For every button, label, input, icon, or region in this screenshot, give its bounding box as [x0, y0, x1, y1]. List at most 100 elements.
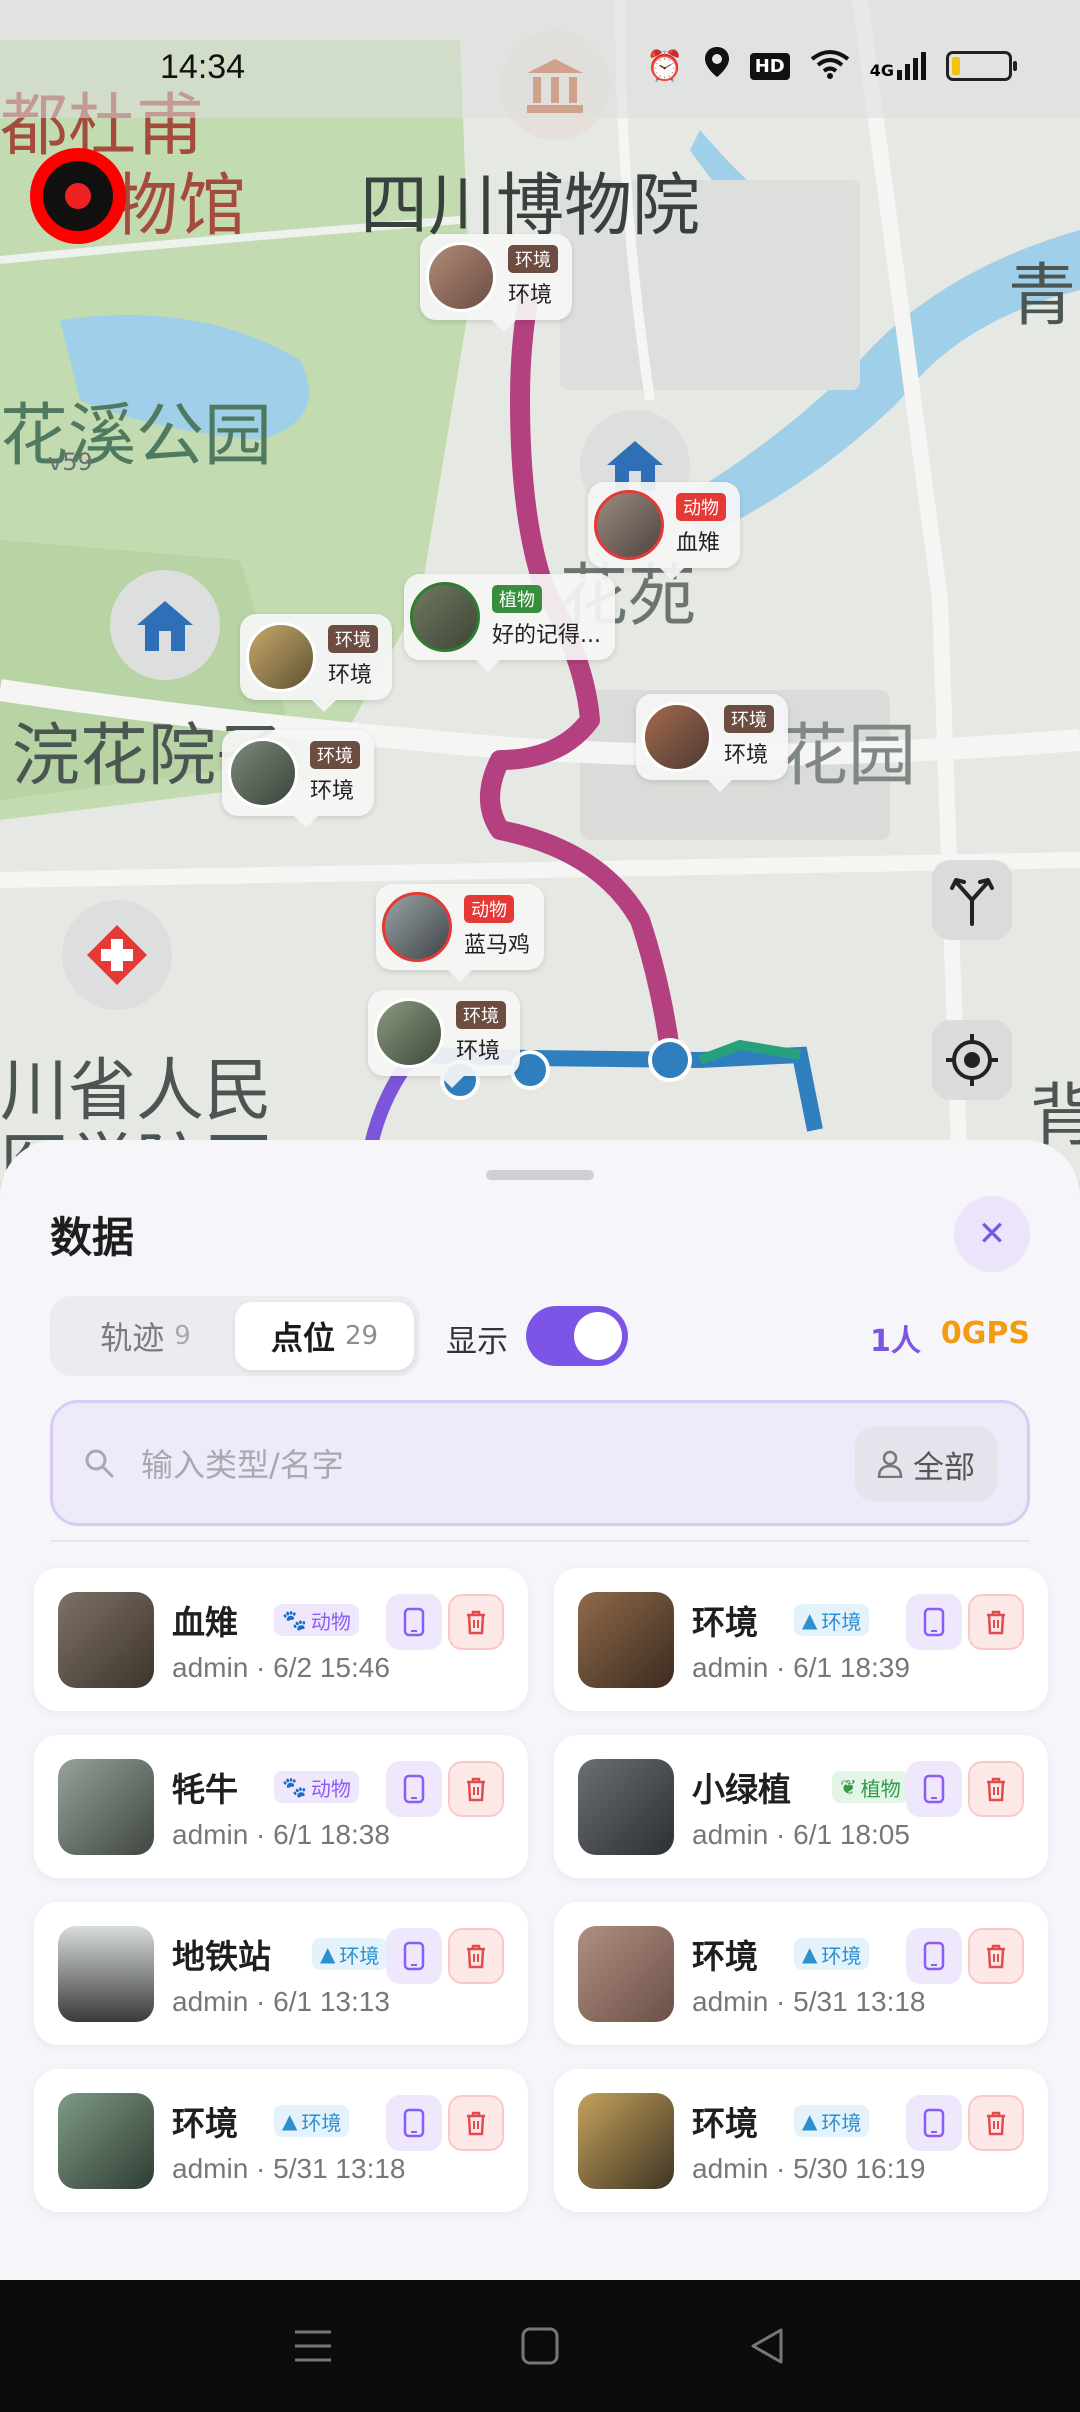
record-meta: admin · 6/1 18:05	[692, 1819, 910, 1850]
phone-icon	[923, 2108, 945, 2138]
tab-points[interactable]: 点位 29	[235, 1302, 414, 1370]
marker-name: 环境	[508, 283, 553, 308]
record-tag-label: 动物	[310, 1609, 351, 1634]
device-button[interactable]	[906, 1928, 962, 1984]
map-marker[interactable]: 动物 蓝马鸡	[376, 884, 545, 982]
device-button[interactable]	[906, 1594, 962, 1650]
record-photo	[578, 1926, 674, 2022]
toggle-knob	[574, 1312, 622, 1360]
map-marker[interactable]: 环境 环境	[222, 730, 374, 828]
route-split-button[interactable]	[932, 860, 1012, 940]
record-card[interactable]: 血雉 🐾 动物 admin · 6/2 15:46	[34, 1568, 528, 1711]
record-name: 环境	[692, 1937, 758, 1976]
delete-button[interactable]	[448, 1594, 504, 1650]
phone-icon	[923, 1607, 945, 1637]
marker-name: 环境	[456, 1039, 501, 1064]
map-marker[interactable]: 环境 环境	[240, 614, 392, 712]
show-toggle[interactable]	[526, 1306, 628, 1366]
alarm-icon: ⏰	[646, 48, 684, 84]
delete-button[interactable]	[968, 1594, 1024, 1650]
device-button[interactable]	[906, 1761, 962, 1817]
delete-button[interactable]	[968, 2095, 1024, 2151]
mountain-icon: ▲	[802, 1942, 818, 1966]
hospital-icon[interactable]	[62, 900, 172, 1010]
record-card[interactable]: 牦牛 🐾 动物 admin · 6/1 18:38	[34, 1735, 528, 1878]
record-card[interactable]: 小绿植 ❦ 植物 admin · 6/1 18:05	[554, 1735, 1048, 1878]
marker-tag: 环境	[328, 625, 378, 653]
record-name: 地铁站	[172, 1937, 271, 1976]
back-button[interactable]	[737, 2316, 797, 2376]
paw-icon: 🐾	[282, 1608, 307, 1632]
record-card[interactable]: 环境 ▲ 环境 admin · 5/30 16:19	[554, 2069, 1048, 2212]
map-marker[interactable]: 环境 环境	[420, 234, 572, 332]
back-icon	[751, 2328, 783, 2364]
close-icon: ✕	[977, 1214, 1007, 1254]
tab-tracks[interactable]: 轨迹 9	[56, 1302, 235, 1370]
phone-icon	[923, 1941, 945, 1971]
map-marker[interactable]: 环境 环境	[636, 694, 788, 792]
marker-name: 环境	[724, 743, 769, 768]
data-bottom-sheet: 数据 ✕ 轨迹9 点位29 显示 1人 0GPS 全部 血雉 🐾动物 admin	[0, 1140, 1080, 2280]
close-button[interactable]: ✕	[954, 1196, 1030, 1272]
device-button[interactable]	[386, 1761, 442, 1817]
device-button[interactable]	[386, 1594, 442, 1650]
delete-button[interactable]	[968, 1761, 1024, 1817]
record-meta: admin · 6/1 18:39	[692, 1652, 910, 1683]
map-marker[interactable]: 动物 血雉	[588, 482, 740, 580]
map-label-zone: v59	[48, 448, 93, 476]
record-meta: admin · 6/2 15:46	[172, 1652, 390, 1683]
record-card[interactable]: 环境 ▲ 环境 admin · 6/1 18:39	[554, 1568, 1048, 1711]
trash-icon	[987, 1610, 1005, 1635]
search-icon	[85, 1449, 114, 1478]
delete-button[interactable]	[448, 1928, 504, 1984]
marker-tag: 动物	[676, 493, 726, 521]
trash-icon	[987, 2111, 1005, 2136]
divider	[50, 1540, 1030, 1542]
phone-icon	[403, 2108, 425, 2138]
menu-button[interactable]	[283, 2316, 343, 2376]
marker-tag: 动物	[464, 895, 514, 923]
map-marker[interactable]: 环境 环境	[368, 990, 520, 1088]
search-box: 全部	[50, 1400, 1030, 1526]
record-meta: admin · 5/31 13:18	[172, 2153, 406, 2184]
record-card[interactable]: 环境 ▲ 环境 admin · 5/31 13:18	[554, 1902, 1048, 2045]
marker-name: 环境	[310, 779, 355, 804]
record-type-tag: 🐾 动物	[274, 1604, 359, 1636]
record-meta: admin · 6/1 13:13	[172, 1986, 390, 2017]
record-card[interactable]: 环境 ▲ 环境 admin · 5/31 13:18	[34, 2069, 528, 2212]
status-bar: 14:34 ⏰ HD 4G	[0, 0, 1080, 118]
record-tag-label: 动物	[310, 1776, 351, 1801]
device-button[interactable]	[386, 2095, 442, 2151]
record-photo	[578, 2093, 674, 2189]
record-name: 环境	[172, 2104, 238, 2143]
delete-button[interactable]	[968, 1928, 1024, 1984]
map-view[interactable]: 四川博物院 花溪公园 都杜甫 物馆 浣花院子 花苑 花园 川省人民 医学院区 青…	[0, 0, 1080, 1180]
delete-button[interactable]	[448, 1761, 504, 1817]
phone-icon	[923, 1774, 945, 1804]
filter-label: 全部	[913, 1449, 975, 1486]
record-type-tag: ▲ 环境	[794, 1604, 870, 1636]
record-card[interactable]: 地铁站 ▲ 环境 admin · 6/1 13:13	[34, 1902, 528, 2045]
marker-tag: 环境	[508, 245, 558, 273]
delete-button[interactable]	[448, 2095, 504, 2151]
home-square-icon	[521, 2327, 559, 2365]
record-tag-label: 环境	[821, 1609, 862, 1634]
home-button[interactable]	[510, 2316, 570, 2376]
trash-icon	[467, 2111, 485, 2136]
device-button[interactable]	[386, 1928, 442, 1984]
locate-icon	[946, 1034, 998, 1086]
locate-button[interactable]	[932, 1020, 1012, 1100]
trash-icon	[987, 1777, 1005, 1802]
tab-label: 点位	[270, 1319, 335, 1357]
record-name: 血雉	[172, 1603, 238, 1642]
drag-handle[interactable]	[486, 1170, 594, 1180]
search-input[interactable]	[141, 1433, 781, 1497]
filter-all-button[interactable]: 全部	[855, 1427, 997, 1501]
device-button[interactable]	[906, 2095, 962, 2151]
record-dot-icon[interactable]	[30, 148, 126, 244]
marker-name: 蓝马鸡	[464, 933, 531, 958]
network-type: 4G	[869, 61, 894, 80]
home-icon[interactable]	[110, 570, 220, 680]
map-label-qing: 青	[1008, 257, 1077, 336]
map-marker[interactable]: 植物 好的记得...	[404, 574, 615, 672]
